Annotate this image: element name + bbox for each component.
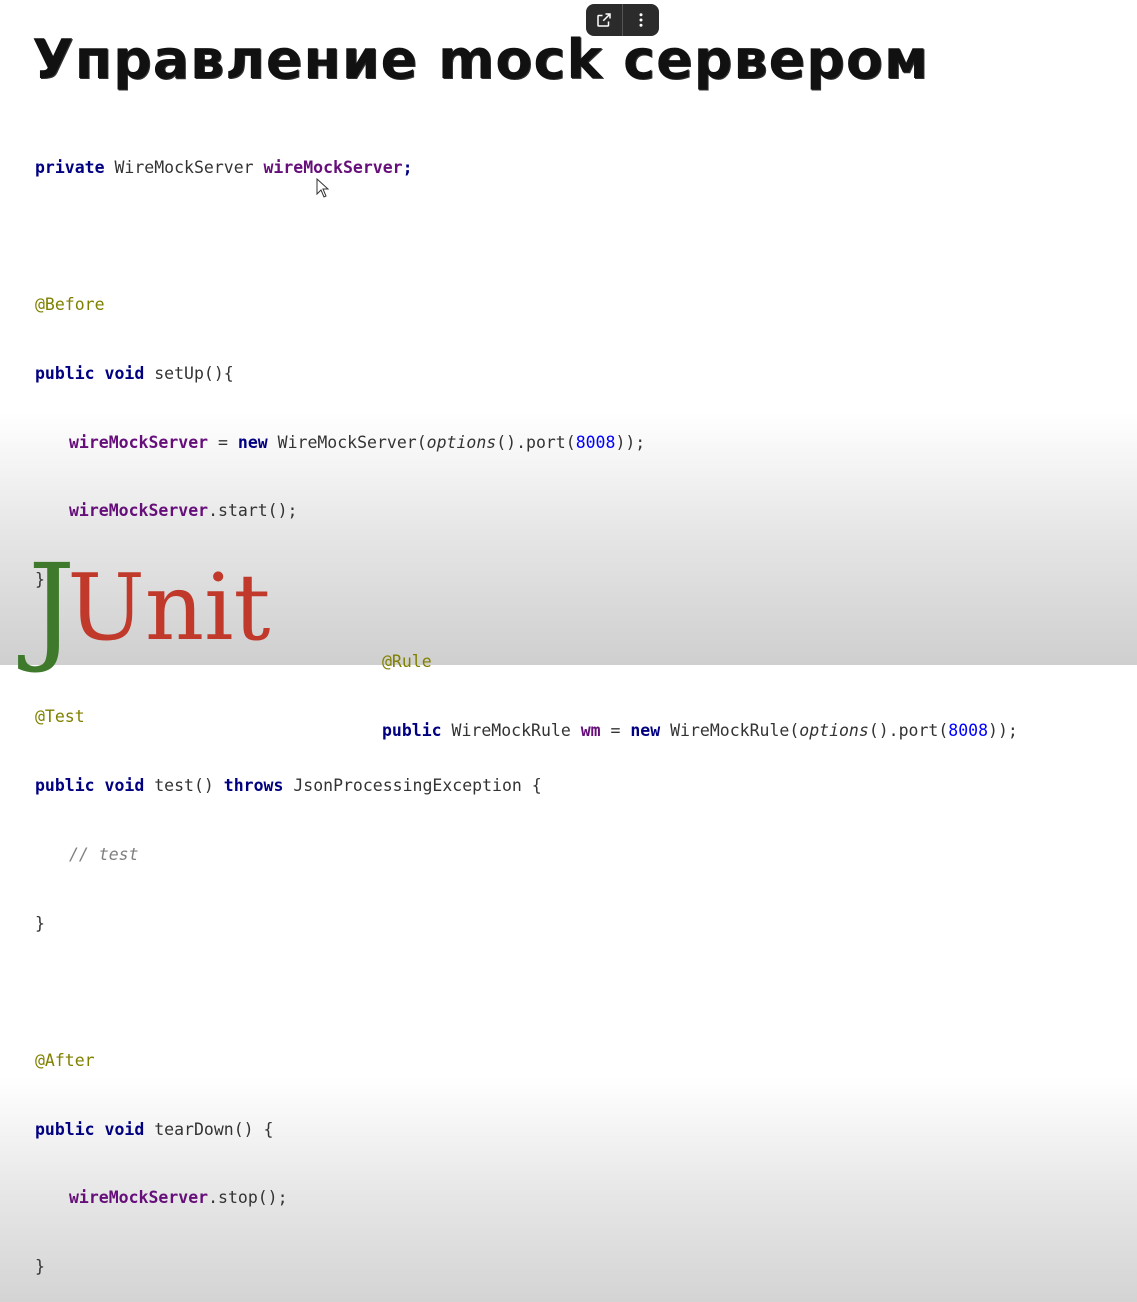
statement-end: )); (988, 721, 1018, 740)
constructor: WireMockRule( (660, 721, 800, 740)
keyword-void: void (104, 1119, 145, 1139)
code-line-setup-signature: public void setUp(){ (35, 363, 645, 386)
port-number: 8008 (948, 721, 989, 740)
closing-brace: } (35, 913, 45, 933)
options-call: options (426, 432, 497, 452)
annotation-after: @After (35, 1050, 95, 1070)
constructor: WireMockServer( (267, 432, 427, 452)
operator: = (208, 432, 238, 452)
method-name: setUp(){ (154, 363, 234, 383)
keyword-new: new (237, 432, 268, 452)
code-line-setup-body-2: wireMockServer.start(); (35, 500, 645, 523)
field-name: wireMockServer (69, 1188, 209, 1208)
rule-code-block: @Rule public WireMockRule wm = new WireM… (382, 604, 1018, 765)
keyword-public: public (35, 1119, 95, 1139)
semicolon: ; (402, 157, 413, 177)
statement-end: )); (615, 432, 646, 452)
annotation-before: @Before (35, 295, 105, 315)
mouse-pointer-icon (316, 178, 330, 198)
method-name: tearDown() { (154, 1119, 274, 1139)
port-number: 8008 (575, 432, 616, 452)
keyword-throws: throws (223, 776, 284, 796)
port-call: ().port( (868, 721, 949, 740)
field-name: wireMockServer (69, 501, 209, 521)
code-comment: // test (69, 844, 139, 864)
keyword-void: void (104, 363, 145, 383)
code-line-teardown-signature: public void tearDown() { (35, 1119, 645, 1142)
operator: = (600, 721, 631, 740)
code-line-setup-body-1: wireMockServer = new WireMockServer(opti… (35, 432, 645, 455)
type-name: WireMockRule (441, 721, 581, 740)
port-call: ().port( (496, 432, 576, 452)
junit-logo-u: U (67, 554, 145, 661)
code-line-field-decl: private WireMockServer wireMockServer; (35, 157, 645, 180)
exception-name: JsonProcessingException { (293, 776, 542, 796)
options-call: options (799, 721, 869, 740)
code-line-rule: public WireMockRule wm = new WireMockRul… (382, 719, 1018, 742)
code-line-test-signature: public void test() throws JsonProcessing… (35, 775, 645, 798)
junit-logo: JUnit (28, 548, 271, 666)
keyword-public: public (382, 721, 442, 740)
stop-call: .stop(); (208, 1188, 288, 1208)
junit-logo-nit: nit (144, 554, 271, 661)
keyword-public: public (35, 776, 95, 796)
start-call: .start(); (208, 501, 298, 521)
code-line-teardown-body: wireMockServer.stop(); (35, 1187, 645, 1210)
field-name: wireMockServer (263, 157, 403, 177)
method-name: test() (154, 776, 214, 796)
type-name: WireMockServer (114, 157, 254, 177)
keyword-private: private (35, 157, 105, 177)
slide-title: Управление mock сервером (32, 28, 930, 91)
closing-brace: } (35, 1257, 45, 1277)
annotation-rule: @Rule (382, 652, 432, 671)
field-name: wm (580, 721, 601, 740)
field-name: wireMockServer (69, 432, 209, 452)
keyword-void: void (104, 776, 145, 796)
keyword-public: public (35, 363, 95, 383)
keyword-new: new (630, 721, 661, 740)
